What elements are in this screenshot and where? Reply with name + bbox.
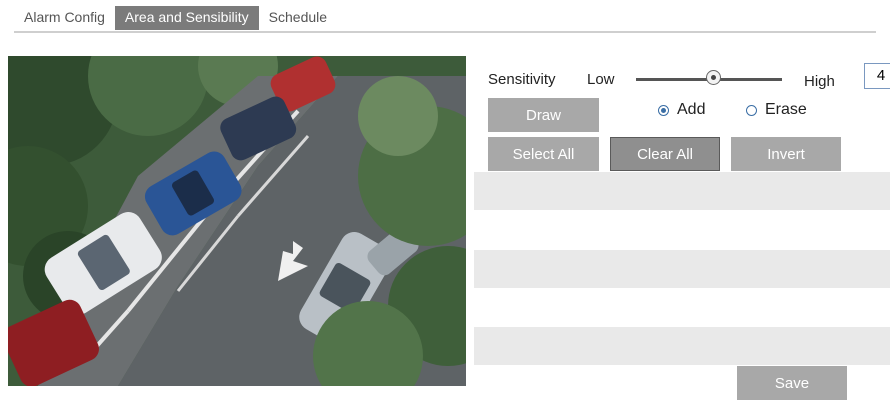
erase-radio[interactable]: Erase [746, 101, 807, 119]
erase-radio-dot[interactable] [746, 104, 757, 116]
sensitivity-row: Sensitivity Low High 4 [488, 63, 890, 92]
add-radio[interactable]: Add [658, 101, 705, 119]
camera-preview[interactable] [8, 56, 466, 386]
select-all-button[interactable]: Select All [488, 137, 599, 171]
grid-row-stripe [474, 250, 890, 288]
sensitivity-value-field[interactable]: 4 [864, 63, 890, 89]
sensitivity-slider-thumb[interactable] [706, 70, 721, 85]
add-radio-label: Add [677, 101, 706, 118]
draw-button[interactable]: Draw [488, 98, 599, 132]
sensitivity-label: Sensitivity [488, 71, 556, 88]
tab-divider [14, 31, 876, 33]
tab-bar: Alarm Config Area and Sensibility Schedu… [14, 6, 337, 30]
add-radio-dot[interactable] [658, 104, 669, 116]
low-label: Low [587, 71, 615, 88]
camera-snapshot [8, 56, 466, 386]
grid-row-stripe [474, 172, 890, 210]
tab-alarm-config[interactable]: Alarm Config [14, 6, 115, 30]
clear-all-button[interactable]: Clear All [610, 137, 720, 171]
save-button[interactable]: Save [737, 366, 847, 400]
high-label: High [804, 73, 835, 90]
tab-area-and-sensibility[interactable]: Area and Sensibility [114, 6, 259, 30]
invert-button[interactable]: Invert [731, 137, 841, 171]
grid-row-stripe [474, 327, 890, 365]
erase-radio-label: Erase [765, 101, 807, 118]
tab-schedule[interactable]: Schedule [259, 6, 337, 30]
